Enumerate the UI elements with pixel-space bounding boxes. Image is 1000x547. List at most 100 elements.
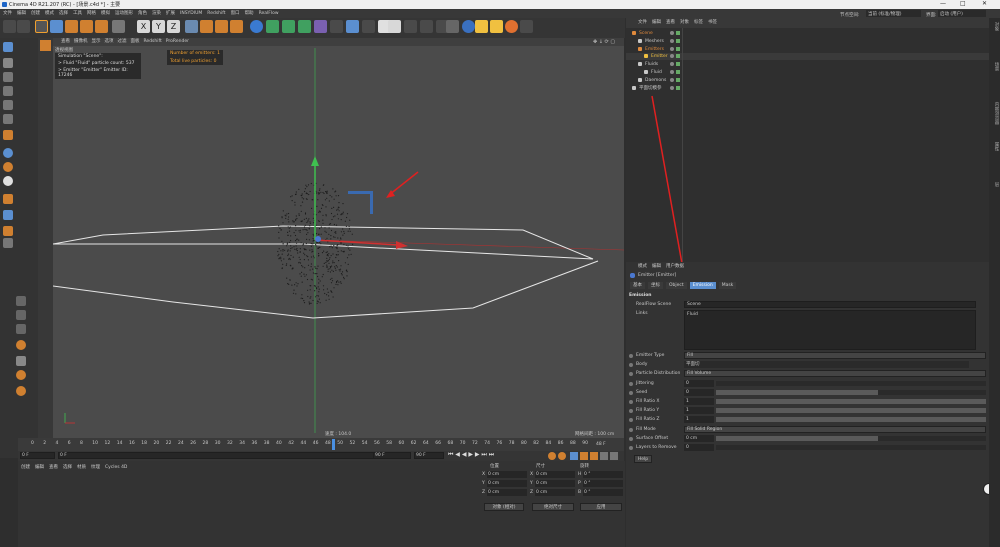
coord-rotation-field[interactable]: 0 ° [583,489,623,496]
coord-rotation-field[interactable]: 0 ° [583,471,623,478]
ring-a-icon[interactable] [16,340,26,350]
attr-row-dot[interactable] [629,446,633,450]
object-menu-item-3[interactable]: 对象 [680,20,689,25]
attr-menu-item-2[interactable]: 用户数据 [666,264,684,269]
ring-b-icon[interactable] [16,370,26,380]
dots-c-icon[interactable] [16,324,26,334]
key-grid-icon[interactable] [610,452,618,460]
attr-row-dot[interactable] [629,363,633,368]
deformer-icon[interactable] [314,20,327,33]
object-menu-item-5[interactable]: 书签 [708,20,717,25]
viewport-menu-item-6[interactable]: Redshift [144,38,162,46]
select-tool-icon[interactable] [35,20,48,33]
attr-value-field[interactable]: 1 [684,398,714,405]
close-button[interactable]: ✕ [982,0,987,7]
attr-tab-0[interactable]: 基本 [630,282,645,289]
attr-value-field[interactable]: 0 cm [684,434,714,442]
menu-item-7[interactable]: 模拟 [101,9,110,18]
grid-icon[interactable] [446,20,459,33]
plus-icon[interactable] [40,40,51,51]
menu-item-1[interactable]: 编辑 [17,9,26,18]
attr-value-field[interactable]: 0 [684,379,714,387]
subdivision-icon[interactable] [282,20,295,33]
make-editable-icon[interactable] [3,42,13,52]
menu-item-6[interactable]: 网格 [87,9,96,18]
z-axis-button[interactable]: Z [167,20,180,33]
attr-value-field[interactable]: 1 [684,416,714,424]
side-tab-0[interactable]: 对象 [990,22,999,31]
x-particles-icon[interactable] [475,20,488,33]
menu-item-3[interactable]: 模式 [45,9,54,18]
autokey-icon[interactable] [558,452,566,460]
viewport-menu-item-3[interactable]: 选项 [105,38,114,46]
axis-mode-icon[interactable] [3,130,13,140]
material-menu-item-0[interactable]: 创建 [21,465,30,470]
attr-slider-fill[interactable] [716,389,878,395]
dots-b-icon[interactable] [16,310,26,320]
links-item[interactable]: Fluid [687,312,698,317]
menu-item-9[interactable]: 角色 [138,9,147,18]
material-menu-item-6[interactable]: Cycles 4D [105,465,127,470]
points-mode-icon[interactable] [3,86,13,96]
field-icon[interactable] [330,20,343,33]
menu-item-12[interactable]: INSYDIUM [180,9,202,18]
menu-item-2[interactable]: 创建 [31,9,40,18]
attr-tab-4[interactable]: Mask [718,282,737,289]
attr-dropdown[interactable]: Fill [684,352,986,359]
model-mode-icon[interactable] [3,58,13,68]
key-move-icon[interactable] [570,452,578,460]
side-tab-3[interactable]: 属性 [990,142,999,151]
material-menu-item-5[interactable]: 纹理 [91,465,100,470]
timeline-playhead[interactable] [332,439,335,450]
attr-row-dot[interactable] [629,409,633,414]
menu-item-16[interactable]: RealFlow [259,9,279,18]
attr-menu-item-0[interactable]: 模式 [638,264,647,269]
object-menu-item-4[interactable]: 标签 [694,20,703,25]
menu-item-11[interactable]: 扩展 [166,9,175,18]
floor-icon[interactable] [346,20,359,33]
tweak-icon[interactable] [3,210,13,220]
key-param-icon[interactable] [600,452,608,460]
viewport-menu-item-2[interactable]: 显示 [92,38,101,46]
attr-row-dot[interactable] [629,381,633,386]
menu-item-15[interactable]: 帮助 [245,9,254,18]
maximize-button[interactable]: □ [960,0,966,7]
coord-system-icon[interactable] [185,20,198,33]
ring-c-icon[interactable] [16,386,26,396]
viewport-menu-item-4[interactable]: 过滤 [118,38,127,46]
coord-rotation-field[interactable]: 0 ° [583,480,623,487]
attr-slider-fill[interactable] [716,408,986,414]
redshift-icon[interactable] [505,20,518,33]
world-axis-icon[interactable] [112,20,125,33]
coord-position-field[interactable]: 0 cm [487,471,527,478]
attr-dropdown[interactable]: Fill Volume [684,370,986,378]
side-tab-1[interactable]: 场景 [990,62,999,71]
coord-mode-select[interactable]: 对象 (相对) [484,503,524,511]
object-menu-item-0[interactable]: 文件 [638,20,647,25]
node-space-select[interactable]: 当前 (标准/物理) [866,10,921,17]
minimize-button[interactable]: — [940,0,946,7]
picture-viewer-icon[interactable] [388,20,401,33]
attr-value-field[interactable]: 0 [684,444,714,451]
help-button[interactable]: Help [634,455,652,463]
object-menu-item-1[interactable]: 编辑 [652,20,661,25]
camera-icon[interactable] [362,20,375,33]
coord-position-field[interactable]: 0 cm [487,489,527,496]
attr-dropdown[interactable]: Fill Solid Region [684,425,986,433]
snap-c-icon[interactable] [3,162,13,172]
target-icon[interactable] [490,20,503,33]
attr-tab-1[interactable]: 坐标 [648,282,663,289]
render-settings-icon[interactable] [230,20,243,33]
keyframe-tools[interactable] [548,451,618,461]
move-tool-icon[interactable] [50,20,63,33]
attr-slider-fill[interactable] [716,435,878,441]
coord-size-field[interactable]: 0 cm [535,489,575,496]
dots-a-icon[interactable] [16,296,26,306]
coord-size-mode-select[interactable]: 绝对尺寸 [532,503,574,511]
layout-select[interactable]: 启动 (用户) [938,10,986,17]
polygons-mode-icon[interactable] [3,114,13,124]
side-tab-2[interactable]: 内容浏览器 [990,102,999,125]
key-scale-icon[interactable] [580,452,588,460]
key-rotate-icon[interactable] [590,452,598,460]
y-axis-button[interactable]: Y [152,20,165,33]
